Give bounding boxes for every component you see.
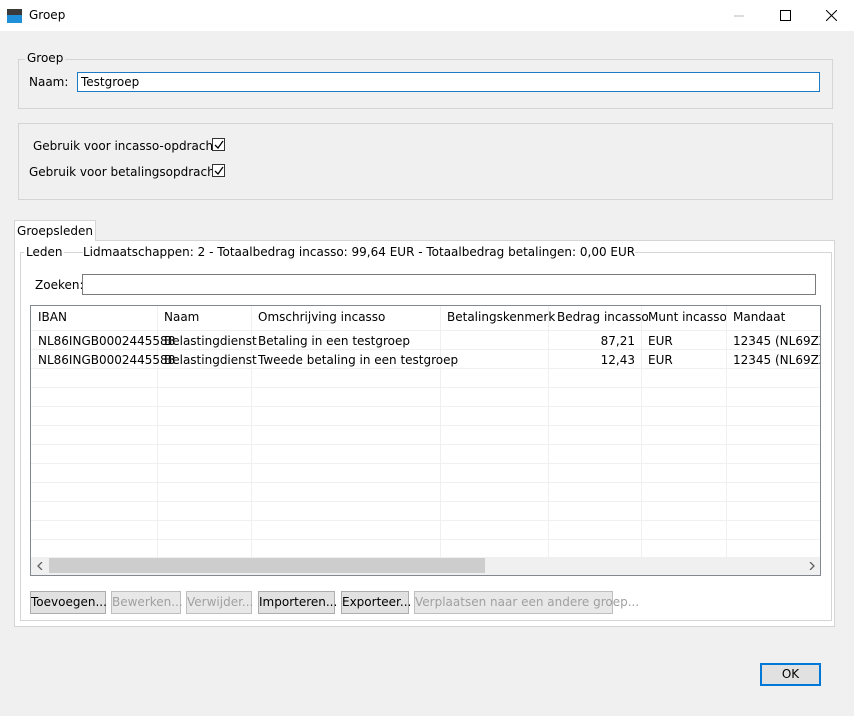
ok-button[interactable]: OK <box>760 663 821 686</box>
table-cell[interactable]: 12345 (NL69ZZZ <box>733 353 820 367</box>
col-header-iban[interactable]: IBAN <box>38 310 67 324</box>
col-header-bedrag[interactable]: Bedrag incasso <box>557 310 649 324</box>
maximize-icon <box>779 10 791 21</box>
close-icon <box>825 10 837 21</box>
exporteren-button[interactable]: Exporteer... <box>341 591 411 614</box>
table-cell[interactable]: EUR <box>648 334 673 348</box>
table-cell[interactable]: Belastingdienst <box>164 334 257 348</box>
search-input[interactable] <box>82 274 816 295</box>
leden-summary: Lidmaatschappen: 2 - Totaalbedrag incass… <box>83 245 636 259</box>
col-header-naam[interactable]: Naam <box>164 310 199 324</box>
table-cell[interactable]: Belastingdienst <box>164 353 257 367</box>
horizontal-scrollbar[interactable] <box>31 557 820 575</box>
checkmark-icon <box>214 140 224 150</box>
col-header-betalingskenmerk[interactable]: Betalingskenmerk <box>447 310 555 324</box>
zoeken-label: Zoeken: <box>35 278 84 292</box>
naam-label: Naam: <box>29 75 69 89</box>
table-cell[interactable]: 87,21 <box>549 334 635 348</box>
naam-input[interactable]: Testgroep <box>77 72 820 92</box>
col-header-munt[interactable]: Munt incasso <box>648 310 727 324</box>
maximize-button[interactable] <box>762 0 808 31</box>
verplaatsen-button[interactable]: Verplaatsen naar een andere groep... <box>414 591 639 614</box>
col-header-omschrijving[interactable]: Omschrijving incasso <box>258 310 385 324</box>
table-cell[interactable]: Tweede betaling in een testgroep <box>258 353 458 367</box>
table-cell[interactable]: EUR <box>648 353 673 367</box>
close-button[interactable] <box>808 0 854 31</box>
minimize-button[interactable] <box>716 0 762 31</box>
scroll-right-arrow-icon[interactable] <box>803 558 820 574</box>
verwijderen-button[interactable]: Verwijder... <box>186 591 253 614</box>
scroll-left-arrow-icon[interactable] <box>31 558 48 574</box>
scrollbar-thumb[interactable] <box>49 558 485 573</box>
options-groupbox <box>18 123 833 200</box>
importeren-button[interactable]: Importeren... <box>258 591 337 614</box>
table-cell[interactable]: NL86INGB0002445588 <box>38 334 175 348</box>
bewerken-button[interactable]: Bewerken... <box>111 591 183 614</box>
minimize-icon <box>734 15 744 16</box>
checkmark-icon <box>214 166 224 176</box>
table-cell[interactable]: Betaling in een testgroep <box>258 334 410 348</box>
table-cell[interactable]: 12345 (NL69ZZZ <box>733 334 820 348</box>
incasso-label: Gebruik voor incasso-opdracht: <box>33 139 222 153</box>
leden-table[interactable]: IBAN Naam Omschrijving incasso Betalings… <box>30 305 821 576</box>
window-title: Groep <box>29 8 66 22</box>
toevoegen-button[interactable]: Toevoegen... <box>30 591 107 614</box>
col-header-mandaat[interactable]: Mandaat <box>733 310 785 324</box>
app-icon <box>7 9 22 23</box>
betaling-checkbox[interactable] <box>212 164 225 177</box>
table-cell[interactable]: 12,43 <box>549 353 635 367</box>
betaling-label: Gebruik voor betalingsopdracht: <box>29 165 224 179</box>
incasso-checkbox[interactable] <box>212 138 225 151</box>
leden-legend: Leden <box>24 245 65 259</box>
title-bar: Groep <box>0 0 854 31</box>
groep-legend: Groep <box>25 51 66 65</box>
table-cell[interactable]: NL86INGB0002445588 <box>38 353 175 367</box>
tab-groepsleden[interactable]: Groepsleden <box>14 220 96 241</box>
